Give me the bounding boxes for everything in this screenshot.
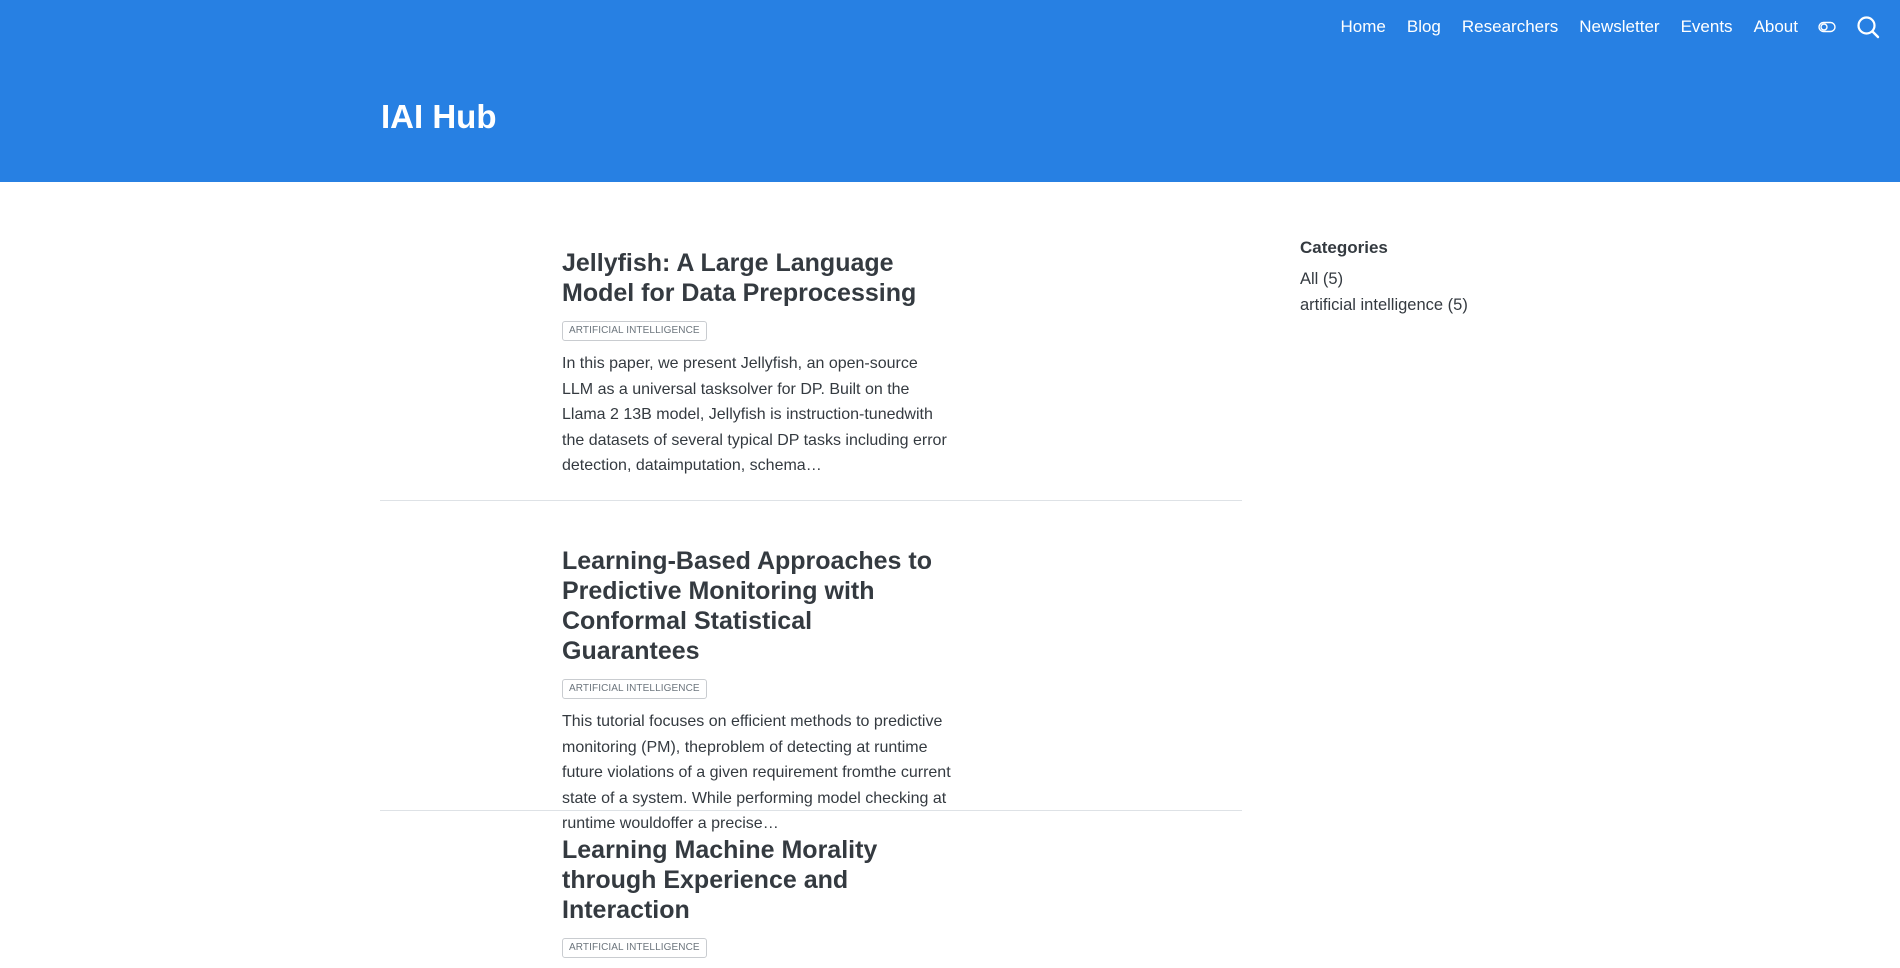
search-icon[interactable] <box>1856 15 1880 39</box>
post-description: In this paper, we present Jellyfish, an … <box>562 351 952 479</box>
post-title[interactable]: Jellyfish: A Large Language Model for Da… <box>562 248 952 308</box>
nav-events[interactable]: Events <box>1681 17 1733 37</box>
categories-title: Categories <box>1300 238 1600 258</box>
category-artificial-intelligence[interactable]: artificial intelligence (5) <box>1300 293 1600 319</box>
nav-home[interactable]: Home <box>1341 17 1386 37</box>
nav-about[interactable]: About <box>1754 17 1798 37</box>
nav-newsletter[interactable]: Newsletter <box>1579 17 1659 37</box>
post-title[interactable]: Learning-Based Approaches to Predictive … <box>562 546 952 666</box>
site-header: Home Blog Researchers Newsletter Events … <box>0 0 1900 182</box>
site-title[interactable]: IAI Hub <box>381 98 496 136</box>
post-item[interactable]: Learning-Based Approaches to Predictive … <box>380 501 1242 811</box>
category-all[interactable]: All (5) <box>1300 267 1600 293</box>
post-title[interactable]: Learning Machine Morality through Experi… <box>562 835 952 925</box>
post-item[interactable]: Learning Machine Morality through Experi… <box>380 811 1242 958</box>
nav-blog[interactable]: Blog <box>1407 17 1441 37</box>
category-badge[interactable]: ARTIFICIAL INTELLIGENCE <box>562 938 707 958</box>
top-nav: Home Blog Researchers Newsletter Events … <box>1341 0 1900 54</box>
nav-researchers[interactable]: Researchers <box>1462 17 1558 37</box>
toggle-icon[interactable] <box>1818 21 1836 33</box>
categories-sidebar: Categories All (5) artificial intelligen… <box>1300 238 1600 318</box>
post-item[interactable]: Jellyfish: A Large Language Model for Da… <box>380 182 1242 501</box>
category-badge[interactable]: ARTIFICIAL INTELLIGENCE <box>562 321 707 341</box>
post-listing: Jellyfish: A Large Language Model for Da… <box>380 182 1242 968</box>
category-badge[interactable]: ARTIFICIAL INTELLIGENCE <box>562 679 707 699</box>
